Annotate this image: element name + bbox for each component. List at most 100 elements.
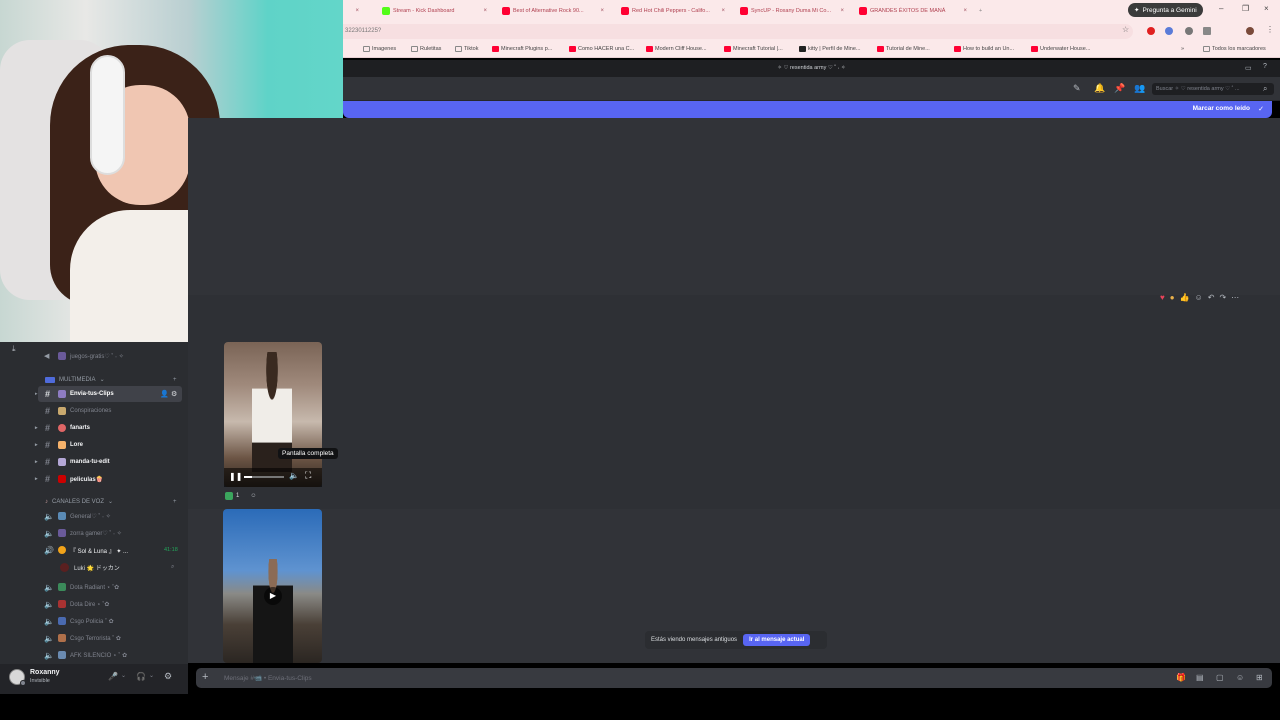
ask-gemini-button[interactable]: ✦ Pregunta a Gemini	[1128, 3, 1203, 17]
voice-channel-csgo-terrorista[interactable]: 🔈 Csgo Terrorista ˚ ✿	[0, 630, 188, 646]
close-window-icon[interactable]: ×	[1264, 4, 1269, 13]
channel-fanarts[interactable]: ▸ # fanarts	[0, 420, 188, 436]
close-icon[interactable]: ×	[840, 8, 844, 14]
hovered-message[interactable]	[188, 295, 1280, 509]
bell-icon[interactable]: 🔔	[1094, 84, 1105, 93]
gear-icon[interactable]: ⚙	[164, 671, 172, 682]
reply-icon[interactable]: ↶	[1208, 293, 1215, 302]
tab-alt-rock[interactable]: Best of Alternative Rock 90... ×	[498, 3, 608, 18]
minimize-icon[interactable]: –	[1219, 4, 1223, 13]
category-canales-de-voz[interactable]: ♪ CANALES DE VOZ ⌄ +	[45, 498, 177, 506]
sticker-icon[interactable]: ▢	[1216, 673, 1224, 682]
search-input[interactable]: Buscar ✧ ♡ resentida army ♡ ˚ ...	[1152, 83, 1274, 95]
message-input[interactable]	[224, 668, 1104, 688]
thumbs-reaction-icon[interactable]: 👍	[1180, 293, 1190, 302]
bookmark-imagenes[interactable]: Imagenes	[363, 46, 396, 52]
bookmark-tiktok[interactable]: Tiktok	[455, 46, 478, 52]
add-reaction-icon[interactable]: ☺	[250, 493, 256, 499]
help-icon[interactable]: ?	[1263, 63, 1267, 70]
restore-icon[interactable]: ❐	[1242, 4, 1249, 13]
tab-kick[interactable]: Stream - Kick Dashboard ×	[378, 3, 491, 18]
heart-reaction-icon[interactable]: ♥	[1160, 293, 1165, 302]
voice-channel-csgo-policia[interactable]: 🔈 Csgo Policia ˚ ✿	[0, 613, 188, 629]
headphones-icon[interactable]: 🎧	[136, 672, 146, 681]
all-bookmarks[interactable]: Todos los marcadores	[1203, 46, 1266, 52]
forward-icon[interactable]: ↷	[1219, 293, 1226, 302]
close-icon[interactable]: ×	[355, 8, 359, 14]
voice-channel-sol-luna[interactable]: 🔊 『 Sol & Luna 』 ✦ ... 41:18	[0, 542, 188, 558]
add-attachment-icon[interactable]: +	[202, 671, 208, 683]
speaker-icon: 🔈	[44, 511, 54, 521]
threads-icon[interactable]: ✎	[1073, 84, 1082, 93]
video-attachment[interactable]	[223, 509, 322, 663]
voice-channel-afk[interactable]: 🔈 AFK SILENCIO ⋆ ˚ ✿	[0, 647, 188, 663]
emoji-reaction-icon[interactable]: ●	[1170, 293, 1175, 302]
pin-icon[interactable]: 📌	[1114, 84, 1125, 93]
gift-icon[interactable]: 🎁	[1176, 673, 1186, 682]
tab-rhcp[interactable]: Red Hot Chili Peppers - Califo... ×	[617, 3, 729, 18]
volume-icon[interactable]: 🔈	[289, 471, 299, 480]
emoji-icon[interactable]: ☺	[1236, 673, 1244, 682]
reaction-pill[interactable]: 1 ☺	[225, 490, 256, 502]
mark-as-read-button[interactable]: Marcar como leído	[1193, 105, 1250, 112]
voice-channel-general[interactable]: 🔈 General♡ ˚ ˖ ✧	[0, 508, 188, 524]
category-multimedia[interactable]: MULTIMEDIA ⌄ +	[45, 376, 177, 383]
channel-peliculas[interactable]: ▸ # peliculas🍿	[0, 471, 188, 487]
bookmark-modern-cliff[interactable]: Modern Cliff House...	[646, 46, 707, 52]
pause-icon[interactable]: ❚❚	[229, 472, 242, 481]
close-icon[interactable]: ×	[483, 8, 487, 14]
bookmark-underwater[interactable]: Underwater House...	[1031, 46, 1090, 52]
bookmark-tutorial-mine[interactable]: Tutorial de Mine...	[877, 46, 930, 52]
channel-manda-tu-edit[interactable]: ▸ # manda-tu-edit	[0, 454, 188, 470]
add-channel-icon[interactable]: +	[173, 377, 177, 383]
invite-icon[interactable]: 👤	[160, 390, 169, 398]
gif-icon[interactable]: ▤	[1196, 673, 1204, 682]
close-icon[interactable]: ×	[721, 8, 725, 14]
tab-syncup[interactable]: SyncUP - Roxany Duma Mi Co... ×	[736, 3, 848, 18]
mic-muted-icon[interactable]: 🎤	[108, 672, 118, 681]
members-icon[interactable]: 👥	[1134, 84, 1145, 93]
fullscreen-icon[interactable]: ⛶	[305, 470, 311, 481]
bookmark-kitty[interactable]: kitty | Perfil de Mine...	[799, 46, 860, 52]
reaction-count: 1	[236, 493, 240, 499]
bookmark-ruletitas[interactable]: Ruletitas	[411, 46, 441, 52]
opera-icon[interactable]	[1147, 27, 1155, 35]
bookmark-minecraft-tutorial[interactable]: Minecraft Tutorial |...	[724, 46, 783, 52]
bookmark-como-hacer[interactable]: Como HACER una C...	[569, 46, 634, 52]
channel-lore[interactable]: ▸ # Lore	[0, 437, 188, 453]
bookmark-minecraft-plugins[interactable]: Minecraft Plugins p...	[492, 46, 552, 52]
tab-partial[interactable]: ×	[343, 3, 363, 18]
new-messages-bar[interactable]: Marcar como leído ✓	[343, 101, 1272, 118]
add-reaction-icon[interactable]: ☺	[1195, 293, 1203, 302]
voice-member-luki[interactable]: Luki 🌟 ドッカン ⌕	[0, 559, 188, 575]
more-options-icon[interactable]: ⋯	[1231, 293, 1239, 302]
chevron-down-icon[interactable]: ⌄	[121, 672, 126, 679]
extensions-puzzle-icon[interactable]	[1203, 27, 1211, 35]
apps-icon[interactable]: ⊞	[1256, 673, 1263, 682]
chevron-down-icon[interactable]: ⌄	[149, 672, 154, 679]
close-icon[interactable]: ×	[600, 8, 604, 14]
extension-icon[interactable]	[1165, 27, 1173, 35]
bookmark-star-icon[interactable]: ☆	[1122, 25, 1130, 34]
gear-icon[interactable]: ⚙	[171, 390, 177, 398]
url-field[interactable]: 3223011225?	[343, 24, 1133, 39]
play-icon[interactable]: ▶	[264, 587, 282, 605]
chevron-right-icon[interactable]: »	[1181, 46, 1184, 52]
close-icon[interactable]: ×	[963, 8, 967, 14]
channel-conspiraciones[interactable]: # Conspiraciones	[0, 403, 188, 419]
jump-to-present-button[interactable]: Ir al mensaje actual	[743, 634, 811, 646]
profile-avatar-icon[interactable]	[1246, 27, 1254, 35]
tab-mana[interactable]: GRANDES ÉXITOS DE MANÁ ×	[855, 3, 971, 18]
video-attachment[interactable]	[224, 342, 322, 487]
channel-envia-tus-clips[interactable]: ▸ # Envia-tus-Clips 👤 ⚙	[35, 386, 182, 402]
add-channel-icon[interactable]: +	[173, 499, 177, 505]
voice-channel-dota-radiant[interactable]: 🔈 Dota Radiant ⋆ ˚✿	[0, 579, 188, 595]
voice-channel-zorra-gamer[interactable]: 🔈 zorra gamer♡ ˚ ˖ ✧	[0, 525, 188, 541]
bookmark-how-to-build[interactable]: How to build an Un...	[954, 46, 1014, 52]
kebab-menu-icon[interactable]: ⋮	[1266, 25, 1274, 34]
new-tab-button[interactable]: +	[975, 3, 987, 18]
voice-channel-dota-dire[interactable]: 🔈 Dota Dire ⋆ ˚✿	[0, 596, 188, 612]
inbox-icon[interactable]: ▭	[1245, 64, 1252, 72]
extension-icon[interactable]	[1185, 27, 1193, 35]
channel-juegos-gratis[interactable]: ◀ juegos-gratis♡ ˚ ˖ ✧	[0, 348, 188, 364]
